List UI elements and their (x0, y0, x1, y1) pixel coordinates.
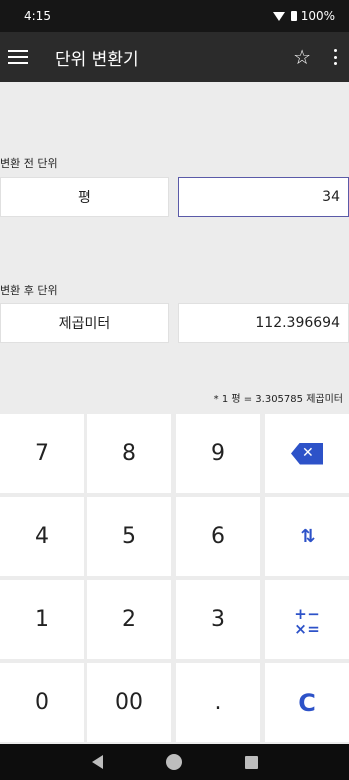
key-6[interactable]: 6 (176, 497, 260, 576)
navigation-bar (0, 744, 349, 780)
to-value-output: 112.396694 (178, 303, 349, 343)
to-unit-label: 변환 후 단위 (0, 284, 58, 297)
key-7[interactable]: 7 (0, 414, 84, 493)
key-8[interactable]: 8 (87, 414, 171, 493)
home-icon[interactable] (165, 754, 182, 770)
operators-icon: + − × = (294, 606, 320, 636)
menu-icon[interactable] (8, 50, 28, 64)
equals-glyph: = (307, 619, 320, 638)
conversion-note: * 1 평 = 3.305785 제곱미터 (213, 394, 343, 405)
key-1[interactable]: 1 (0, 580, 84, 659)
app-bar: 단위 변환기 ☆ (0, 32, 349, 82)
from-unit-selector[interactable]: 평 (0, 177, 169, 217)
backspace-icon: ✕ (291, 442, 323, 465)
backspace-button[interactable]: ✕ (265, 414, 349, 493)
keypad: 7 8 9 ✕ 4 5 6 ⇅ 1 2 3 + − × = 0 00 . C (0, 410, 349, 744)
key-5[interactable]: 5 (87, 497, 171, 576)
key-9[interactable]: 9 (176, 414, 260, 493)
status-icons: 100% (272, 9, 335, 23)
recents-icon[interactable] (244, 755, 258, 769)
status-bar: 4:15 100% (0, 0, 349, 32)
battery-icon (290, 11, 297, 21)
key-dot[interactable]: . (176, 663, 260, 742)
from-unit-label: 변환 전 단위 (0, 157, 58, 170)
from-value-input[interactable]: 34 (178, 177, 349, 217)
status-time: 4:15 (24, 9, 51, 23)
key-4[interactable]: 4 (0, 497, 84, 576)
wifi-icon (272, 11, 285, 21)
swap-button[interactable]: ⇅ (265, 497, 349, 576)
back-icon[interactable] (91, 755, 103, 769)
star-icon[interactable]: ☆ (293, 45, 311, 69)
key-0[interactable]: 0 (0, 663, 84, 742)
clear-button[interactable]: C (265, 663, 349, 742)
times-glyph: × (294, 619, 307, 638)
battery-level: 100% (300, 9, 335, 23)
app-title: 단위 변환기 (55, 49, 139, 70)
operators-button[interactable]: + − × = (265, 580, 349, 659)
swap-icon: ⇅ (300, 526, 315, 547)
key-2[interactable]: 2 (87, 580, 171, 659)
key-00[interactable]: 00 (87, 663, 171, 742)
more-vert-icon[interactable] (333, 49, 337, 65)
key-3[interactable]: 3 (176, 580, 260, 659)
to-unit-selector[interactable]: 제곱미터 (0, 303, 169, 343)
